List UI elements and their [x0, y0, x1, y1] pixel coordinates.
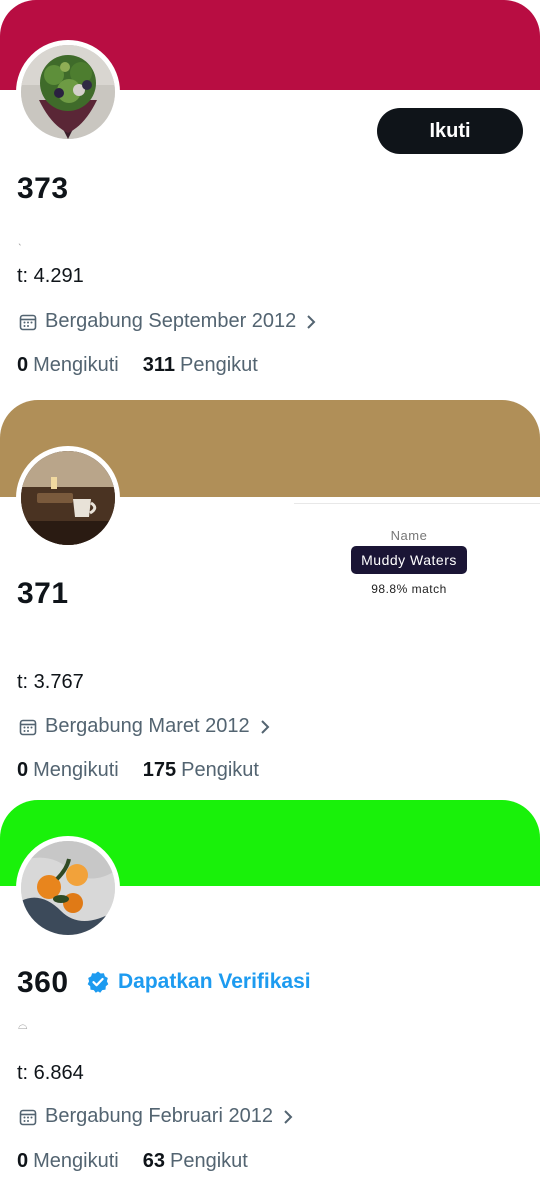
- name-match-panel: Name Muddy Waters 98.8% match: [294, 503, 540, 603]
- post-count: t: 6.864: [17, 1062, 84, 1084]
- bio-fragment: ˎ: [18, 232, 22, 246]
- following-count: 0: [17, 759, 29, 781]
- match-panel-label: Name: [390, 528, 428, 543]
- match-score: 98.8% match: [371, 582, 447, 596]
- bouquet-avatar-image: [21, 45, 115, 139]
- avatar[interactable]: [16, 40, 120, 144]
- joined-date[interactable]: Bergabung September 2012: [19, 310, 318, 333]
- chevron-right-icon: [284, 1109, 293, 1124]
- followers-label: Pengikut: [180, 354, 258, 376]
- following-link[interactable]: 0 Mengikuti: [17, 759, 119, 782]
- calendar-icon: [19, 1109, 37, 1125]
- calendar-icon: [19, 719, 37, 735]
- follow-stats: 0 Mengikuti 311 Pengikut: [17, 354, 258, 377]
- joined-label: Bergabung Februari 2012: [45, 1105, 273, 1127]
- verified-badge-icon: [87, 971, 109, 993]
- following-count: 0: [17, 1150, 29, 1172]
- follow-button[interactable]: Ikuti: [377, 108, 523, 154]
- following-label: Mengikuti: [33, 1150, 119, 1172]
- followers-count: 175: [142, 759, 177, 781]
- profile-name: 373: [17, 172, 69, 205]
- avatar[interactable]: [16, 836, 120, 940]
- follow-stats: 0 Mengikuti 175 Pengikut: [17, 759, 259, 782]
- joined-date[interactable]: Bergabung Februari 2012: [19, 1105, 295, 1128]
- followers-link[interactable]: 63 Pengikut: [143, 1150, 248, 1173]
- joined-date[interactable]: Bergabung Maret 2012: [19, 715, 272, 738]
- avatar[interactable]: [16, 446, 120, 550]
- get-verified-label: Dapatkan Verifikasi: [118, 970, 311, 993]
- profile-name: 360: [17, 966, 69, 999]
- followers-count: 311: [142, 354, 175, 376]
- post-count: t: 3.767: [17, 671, 84, 693]
- profile-name: 371: [17, 577, 69, 610]
- bio-fragment: ⌓: [18, 1018, 28, 1032]
- chevron-right-icon: [260, 719, 270, 734]
- calendar-icon: [19, 314, 37, 330]
- followers-label: Pengikut: [181, 759, 259, 781]
- followers-count: 63: [142, 1150, 165, 1172]
- get-verified-link[interactable]: Dapatkan Verifikasi: [86, 970, 311, 994]
- oranges-avatar-image: [21, 841, 115, 935]
- profile-card: 360 Dapatkan Verifikasi ⌓ t: 6.864 Berga…: [0, 800, 540, 1199]
- follow-stats: 0 Mengikuti 63 Pengikut: [17, 1150, 248, 1173]
- followers-link[interactable]: 175 Pengikut: [143, 759, 259, 782]
- following-label: Mengikuti: [33, 354, 119, 376]
- matched-name-badge: Muddy Waters: [351, 546, 467, 574]
- following-count: 0: [17, 354, 29, 376]
- joined-label: Bergabung September 2012: [45, 310, 297, 332]
- following-link[interactable]: 0 Mengikuti: [17, 354, 119, 377]
- following-link[interactable]: 0 Mengikuti: [17, 1150, 119, 1173]
- joined-label: Bergabung Maret 2012: [45, 715, 250, 737]
- chevron-right-icon: [307, 314, 316, 329]
- table-avatar-image: [21, 451, 115, 545]
- following-label: Mengikuti: [33, 759, 119, 781]
- profile-card: Ikuti 373 ˎ t: 4.291 Bergabung September…: [0, 0, 540, 400]
- post-count: t: 4.291: [17, 265, 84, 287]
- followers-link[interactable]: 311 Pengikut: [143, 354, 258, 377]
- followers-label: Pengikut: [169, 1150, 248, 1172]
- profile-card: Name Muddy Waters 98.8% match 371 t: 3.7…: [0, 400, 540, 800]
